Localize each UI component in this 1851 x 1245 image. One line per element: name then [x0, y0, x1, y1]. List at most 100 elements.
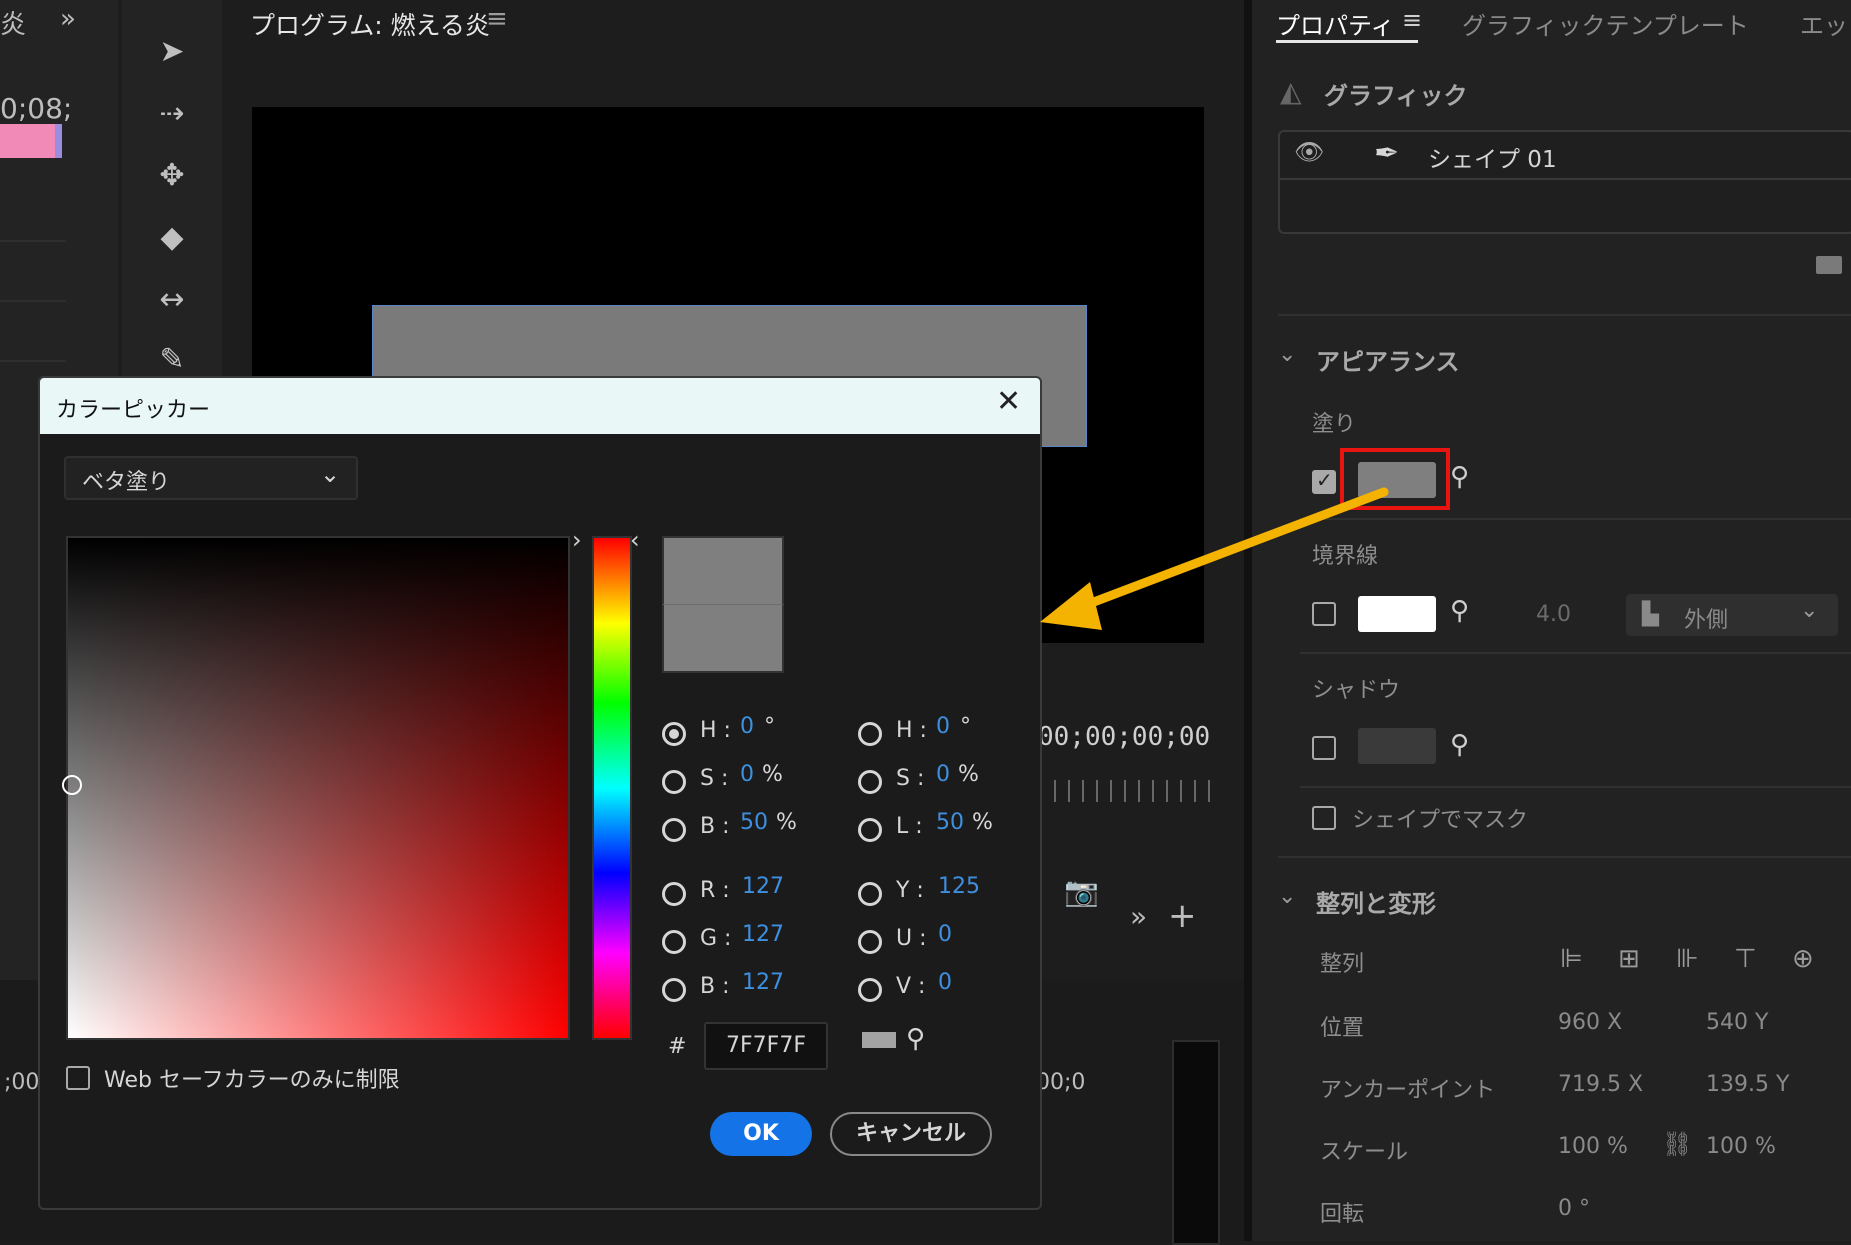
- hsb-s-value[interactable]: 0: [740, 762, 754, 787]
- radio-hsl-l[interactable]: [858, 818, 882, 842]
- align-center-icon[interactable]: ⊞: [1618, 944, 1640, 974]
- slip-tool-icon[interactable]: ↔: [150, 278, 194, 322]
- graphic-icon: ◭: [1280, 75, 1302, 108]
- chevron-down-icon[interactable]: ⌄: [1278, 884, 1296, 909]
- rgb-r-value[interactable]: 127: [742, 874, 784, 899]
- program-menu-icon[interactable]: ≡: [486, 4, 508, 34]
- timeline-timecode[interactable]: 0;08;: [0, 92, 72, 125]
- selection-tool-icon[interactable]: ➤: [150, 30, 194, 74]
- position-x-value[interactable]: 960 X: [1558, 1010, 1622, 1035]
- appearance-title[interactable]: アピアランス: [1316, 342, 1460, 377]
- hsb-b-value[interactable]: 50: [740, 810, 768, 835]
- close-icon[interactable]: ✕: [996, 384, 1021, 419]
- align-right-icon[interactable]: ⊪: [1676, 944, 1699, 974]
- radio-rgb-r[interactable]: [662, 882, 686, 906]
- export-frame-camera-icon[interactable]: 📷: [1064, 875, 1099, 908]
- tab-properties[interactable]: プロパティ: [1276, 6, 1395, 41]
- rgb-b-value[interactable]: 127: [742, 970, 784, 995]
- percent-unit: %: [972, 810, 993, 835]
- yuv-y-value[interactable]: 125: [938, 874, 980, 899]
- anchor-y-value[interactable]: 139.5 Y: [1706, 1072, 1789, 1097]
- stroke-eyedropper-icon[interactable]: ⚲: [1450, 596, 1469, 626]
- button-editor-plus-icon[interactable]: +: [1168, 896, 1197, 936]
- rgb-g-value[interactable]: 127: [742, 922, 784, 947]
- align-top-icon[interactable]: ⊤: [1734, 944, 1757, 974]
- link-icon[interactable]: ⛓: [1662, 1130, 1692, 1158]
- hsl-s-value[interactable]: 0: [936, 762, 950, 787]
- ok-button[interactable]: OK: [710, 1112, 812, 1156]
- hsl-h-value[interactable]: 0: [936, 714, 950, 739]
- panel-overflow-icon[interactable]: »: [60, 4, 76, 34]
- anchor-x-value[interactable]: 719.5 X: [1558, 1072, 1643, 1097]
- color-marker[interactable]: [62, 775, 82, 795]
- layer-row[interactable]: [1280, 132, 1851, 180]
- radio-hsl-h[interactable]: [858, 722, 882, 746]
- web-safe-checkbox[interactable]: [66, 1066, 90, 1090]
- eyedropper-icon[interactable]: ⚲: [906, 1024, 925, 1054]
- properties-menu-icon[interactable]: ≡: [1402, 6, 1422, 34]
- scale-y-value[interactable]: 100 %: [1706, 1134, 1776, 1159]
- tab-graphic-templates[interactable]: グラフィックテンプレート: [1462, 6, 1749, 41]
- tab-effects[interactable]: エッ: [1800, 6, 1848, 41]
- hue-slider[interactable]: [592, 536, 632, 1040]
- radio-hsb-s[interactable]: [662, 770, 686, 794]
- stroke-width-value[interactable]: 4.0: [1536, 602, 1571, 627]
- scale-x-value[interactable]: 100 %: [1558, 1134, 1628, 1159]
- align-left-icon[interactable]: ⊫: [1560, 944, 1583, 974]
- track-select-tool-icon[interactable]: ⇢: [150, 92, 194, 136]
- shadow-color-swatch[interactable]: [1358, 728, 1436, 764]
- degree-unit: °: [960, 714, 971, 739]
- radio-hsb-h[interactable]: [662, 722, 686, 746]
- time-ruler[interactable]: [1040, 780, 1220, 802]
- track-divider: [0, 300, 66, 302]
- eye-icon[interactable]: 👁: [1294, 138, 1324, 166]
- stroke-color-swatch[interactable]: [1358, 596, 1436, 632]
- mask-checkbox[interactable]: [1312, 806, 1336, 830]
- hsb-h-value[interactable]: 0: [740, 714, 754, 739]
- stroke-checkbox[interactable]: [1312, 602, 1336, 626]
- position-y-value[interactable]: 540 Y: [1706, 1010, 1768, 1035]
- radio-yuv-y[interactable]: [858, 882, 882, 906]
- fill-type-dropdown[interactable]: ベタ塗り ⌄: [64, 456, 358, 500]
- panel-tab-fragment[interactable]: 炎: [0, 4, 26, 41]
- hex-hash-label: #: [668, 1034, 687, 1059]
- cancel-button[interactable]: キャンセル: [830, 1112, 992, 1156]
- align-transform-title[interactable]: 整列と変形: [1316, 884, 1436, 919]
- shadow-eyedropper-icon[interactable]: ⚲: [1450, 730, 1469, 760]
- folder-icon[interactable]: [1816, 256, 1842, 274]
- track-divider: [0, 360, 66, 362]
- panel-divider[interactable]: [1244, 0, 1252, 1241]
- timeline-clip[interactable]: [0, 124, 62, 158]
- radio-rgb-b[interactable]: [662, 978, 686, 1002]
- hue-slider-handle-right[interactable]: ‹: [630, 526, 640, 554]
- row-divider: [1300, 652, 1851, 654]
- saturation-brightness-field[interactable]: [66, 536, 570, 1040]
- ripple-edit-tool-icon[interactable]: ✥: [150, 154, 194, 198]
- radio-yuv-v[interactable]: [858, 978, 882, 1002]
- shadow-checkbox[interactable]: [1312, 736, 1336, 760]
- program-monitor-title[interactable]: プログラム: 燃える炎: [250, 6, 490, 42]
- chevron-down-icon[interactable]: ⌄: [1278, 342, 1296, 367]
- section-divider: [1278, 856, 1851, 858]
- rotation-value[interactable]: 0 °: [1558, 1196, 1590, 1221]
- rotation-label: 回転: [1320, 1202, 1365, 1227]
- original-color-preview[interactable]: [662, 604, 784, 673]
- fill-eyedropper-icon[interactable]: ⚲: [1450, 462, 1469, 492]
- razor-tool-icon[interactable]: ◆: [150, 216, 194, 260]
- playhead-timecode[interactable]: 00;00;00;00: [1038, 722, 1210, 752]
- fill-checkbox[interactable]: [1312, 468, 1336, 494]
- color-picker-dialog: カラーピッカー ✕ ベタ塗り ⌄ › ‹ H : 0 ° S : 0 % B :…: [38, 376, 1042, 1210]
- align-middle-icon[interactable]: ⊕: [1792, 944, 1814, 974]
- hue-slider-handle-left[interactable]: ›: [572, 526, 582, 554]
- hex-input[interactable]: 7F7F7F: [704, 1022, 828, 1070]
- yuv-u-value[interactable]: 0: [938, 922, 952, 947]
- hsl-l-value[interactable]: 50: [936, 810, 964, 835]
- radio-hsb-b[interactable]: [662, 818, 686, 842]
- radio-hsl-s[interactable]: [858, 770, 882, 794]
- layer-name[interactable]: シェイプ 01: [1428, 140, 1557, 174]
- radio-rgb-g[interactable]: [662, 930, 686, 954]
- shadow-label: シャドウ: [1312, 678, 1401, 703]
- yuv-v-value[interactable]: 0: [938, 970, 952, 995]
- radio-yuv-u[interactable]: [858, 930, 882, 954]
- more-controls-icon[interactable]: »: [1130, 900, 1147, 933]
